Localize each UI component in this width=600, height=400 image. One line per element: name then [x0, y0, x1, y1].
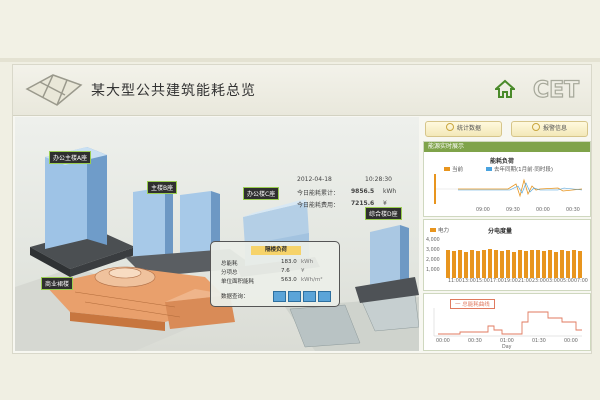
popup-row-value: 7.6 [281, 268, 290, 274]
chart2-ytick: 3,000 [426, 248, 440, 253]
alarm-button-label: 报警信息 [542, 125, 567, 132]
right-panel: 统计数据 报警信息 能源实时展示 能耗负荷 当前 去年同期(1月前·同时段) 0… [423, 117, 591, 351]
building-label[interactable]: 主楼B座 [147, 181, 178, 194]
today-energy-label: 今日能耗累计： [297, 190, 340, 197]
brand-logo: CET [533, 77, 580, 101]
chart3-xtick: 01:00 [500, 339, 514, 344]
popup-actions-label: 数据查询： [221, 294, 249, 300]
stats-button-label: 统计数据 [456, 125, 481, 132]
chart1-title: 能耗负荷 [490, 158, 515, 165]
chart2-xtick: 07:00 [574, 279, 588, 284]
top-band [0, 0, 600, 62]
page-title: 某大型公共建筑能耗总览 [91, 83, 256, 99]
chart3-xtick: 00:30 [468, 339, 482, 344]
realtime-load-panel: 能源实时展示 能耗负荷 当前 去年同期(1月前·同时段) 09:00 09:30… [423, 141, 591, 217]
popup-title: 隔楼负荷 [251, 246, 301, 255]
chart2-xtick: 13:00 [462, 279, 476, 284]
chart1-xtick: 00:30 [566, 208, 580, 213]
chart3-xtick: 01:30 [532, 339, 546, 344]
realtime-panel-header: 能源实时展示 [424, 142, 590, 152]
alarm-icon [531, 123, 540, 131]
building-info-popup: 隔楼负荷 总能耗 183.0 kWh 分项总 7.6 ¥ 单位面积能耗 563.… [210, 241, 340, 307]
chart2-xtick: 21:00 [518, 279, 532, 284]
chart3-xlabel: Day [502, 345, 512, 350]
chart2-ytick: 2,000 [426, 258, 440, 263]
building-label[interactable]: 综合楼D座 [365, 207, 402, 220]
chart2-xtick: 17:00 [490, 279, 504, 284]
chart2-xtick: 23:00 [532, 279, 546, 284]
chart1-xtick: 00:00 [536, 208, 550, 213]
alarm-button[interactable]: 报警信息 [511, 121, 588, 137]
query-gas-icon[interactable] [318, 291, 331, 302]
app-window: 某大型公共建筑能耗总览 CET 办公主楼A座 主楼B座 办公楼C座 综合楼D座 … [12, 64, 592, 354]
floorplan-logo-icon [25, 74, 83, 106]
trend-step-chart [433, 308, 582, 337]
chart3-xtick: 00:00 [436, 339, 450, 344]
popup-row-unit: kWh [301, 259, 314, 265]
title-bar: 某大型公共建筑能耗总览 CET [13, 65, 591, 116]
today-cost-label: 今日能耗费用： [297, 202, 340, 209]
popup-row-label: 总能耗 [221, 261, 238, 267]
today-energy-value: 9856.5 [351, 188, 375, 195]
chart2-xtick: 11:00 [448, 279, 462, 284]
chart1-xtick: 09:30 [506, 208, 520, 213]
stats-icon [445, 123, 454, 131]
trend-panel: 一 总能耗曲线 00:00 00:30 01:00 01:30 00:00 Da… [423, 293, 591, 351]
building-label[interactable]: 商业裙楼 [41, 277, 74, 290]
query-energy-icon[interactable] [273, 291, 286, 302]
popup-row-unit: ¥ [301, 268, 305, 274]
chart2-xtick: 03:00 [546, 279, 560, 284]
chart2-ytick: 1,000 [426, 268, 440, 273]
today-cost-unit: ¥ [383, 200, 387, 207]
home-icon[interactable] [495, 79, 515, 99]
top-separator [0, 58, 600, 62]
stats-button[interactable]: 统计数据 [425, 121, 502, 137]
query-water-icon[interactable] [303, 291, 316, 302]
building-label[interactable]: 办公楼C座 [243, 187, 280, 200]
chart2-xtick: 05:00 [560, 279, 574, 284]
popup-row-label: 单位面积能耗 [221, 279, 255, 285]
popup-row-label: 分项总 [221, 270, 238, 276]
chart1-xtick: 09:00 [476, 208, 490, 213]
popup-row-unit: kWh/m² [301, 277, 323, 283]
building-3d-view[interactable]: 办公主楼A座 主楼B座 办公楼C座 综合楼D座 商业裙楼 2012-04-18 … [15, 117, 419, 351]
chart3-xtick: 00:00 [564, 339, 578, 344]
building-label[interactable]: 办公主楼A座 [49, 151, 92, 164]
popup-row-value: 183.0 [281, 259, 297, 265]
metering-panel: 电力 分电度量 4,000 3,000 2,000 1,000 11:00 13… [423, 219, 591, 291]
metering-bar-chart [446, 249, 582, 278]
today-cost-value: 7215.6 [351, 200, 375, 207]
chart2-xtick: 15:00 [476, 279, 490, 284]
load-line-chart [434, 174, 583, 204]
chart2-legend: 电力 [430, 226, 449, 234]
svg-text:CET: CET [533, 78, 579, 101]
today-energy-unit: kWh [383, 188, 397, 195]
query-power-icon[interactable] [288, 291, 301, 302]
chart2-xtick: 19:00 [504, 279, 518, 284]
time-text: 10:28:30 [365, 176, 392, 183]
chart2-ytick: 4,000 [426, 238, 440, 243]
popup-row-value: 563.0 [281, 277, 297, 283]
date-text: 2012-04-18 [297, 176, 332, 183]
chart2-title: 分电度量 [488, 228, 513, 235]
